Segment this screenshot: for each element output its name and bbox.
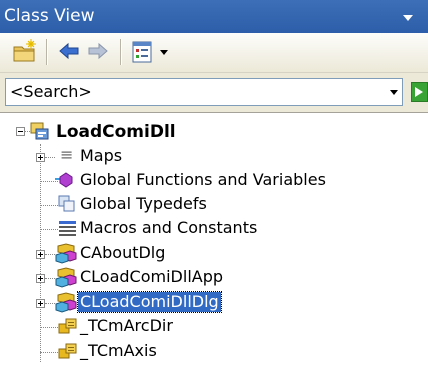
macros-icon: [59, 221, 76, 236]
project-icon: [30, 122, 49, 140]
expand-toggle[interactable]: [36, 274, 45, 283]
class-view-panel: Class View <Search> LoadComiDll ≡ Maps G…: [0, 0, 428, 381]
tree-item-global-typedefs[interactable]: Global Typedefs: [0, 191, 428, 217]
tree-connector: [40, 327, 58, 328]
tree-connector: [45, 157, 55, 158]
tree-item-label: Macros and Constants: [80, 218, 258, 237]
class-view-settings-icon[interactable]: [131, 38, 175, 64]
typedef-icon: [58, 195, 75, 212]
maps-icon: ≡: [60, 145, 74, 164]
tree-item-macros[interactable]: Macros and Constants: [0, 215, 428, 241]
expand-toggle[interactable]: [36, 153, 45, 162]
tree-item-label: _TCmArcDir: [80, 316, 173, 335]
class-icon: [55, 292, 77, 313]
search-bar: <Search>: [0, 72, 428, 113]
expand-toggle[interactable]: [36, 299, 45, 308]
tree-item-label: CLoadComiDllDlg: [77, 291, 222, 313]
class-icon: [55, 267, 77, 288]
tree-item-label: LoadComiDll: [56, 122, 176, 142]
tree-item-label: Global Typedefs: [80, 194, 207, 213]
search-dropdown-icon[interactable]: [390, 90, 398, 95]
tree-item-label: CLoadComiDllApp: [80, 267, 224, 286]
tree-item-label: _TCmAxis: [80, 341, 157, 360]
tree-item-tcmarcdir[interactable]: _TCmArcDir: [0, 313, 428, 339]
tree-item-tcmaxis[interactable]: _TCmAxis: [0, 338, 428, 364]
tree-connector: [40, 352, 58, 353]
new-folder-icon[interactable]: [12, 38, 38, 64]
search-go-button[interactable]: [411, 82, 428, 102]
tree-item-cloadcomidllapp[interactable]: CLoadComiDllApp: [0, 264, 428, 290]
panel-title: Class View: [4, 6, 95, 26]
toolbar-separator: [46, 39, 48, 65]
tree-item-label: Maps: [80, 146, 123, 165]
tree-item-cloadcomidlldlg[interactable]: CLoadComiDllDlg: [0, 289, 428, 315]
tree-item-label: Global Functions and Variables: [80, 170, 326, 189]
expand-toggle[interactable]: [36, 250, 45, 259]
tree-root[interactable]: LoadComiDll: [0, 119, 428, 145]
toolbar-separator: [120, 39, 122, 65]
forward-arrow-icon[interactable]: [86, 38, 110, 64]
title-bar[interactable]: Class View: [0, 0, 428, 33]
tree-connector: [40, 229, 58, 230]
struct-icon: [58, 318, 77, 334]
tree-item-maps[interactable]: ≡ Maps: [0, 143, 428, 169]
tree-item-global-functions[interactable]: Global Functions and Variables: [0, 167, 428, 193]
global-functions-icon: [55, 172, 73, 188]
tree-connector: [40, 205, 58, 206]
struct-icon: [58, 343, 77, 359]
class-tree: LoadComiDll ≡ Maps Global Functions and …: [0, 112, 428, 381]
tree-item-caboutdlg[interactable]: CAboutDlg: [0, 240, 428, 266]
tree-item-label: CAboutDlg: [80, 243, 166, 262]
collapse-toggle[interactable]: [16, 127, 25, 136]
back-arrow-icon[interactable]: [57, 38, 81, 64]
search-input[interactable]: <Search>: [5, 78, 403, 106]
window-menu-dropdown-icon[interactable]: [403, 15, 413, 21]
class-icon: [55, 243, 77, 264]
toolbar: [0, 33, 428, 72]
